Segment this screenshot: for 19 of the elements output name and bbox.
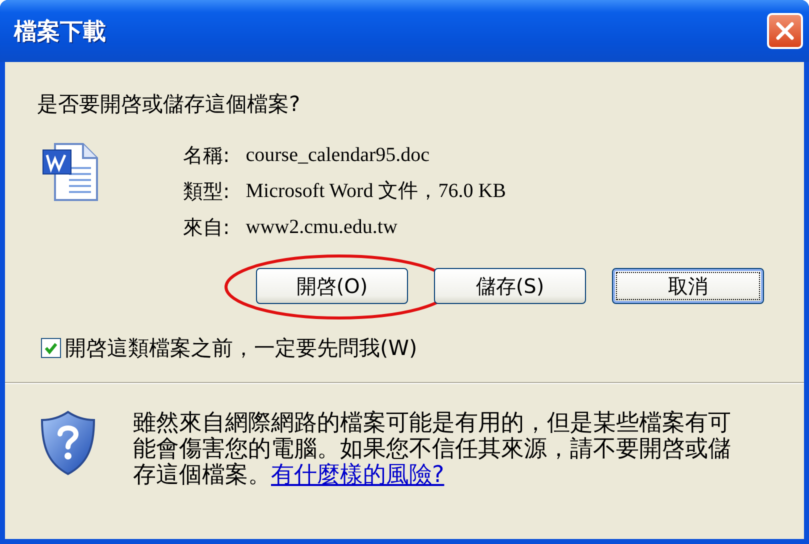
close-button[interactable] — [767, 13, 803, 49]
dialog-button[interactable]: 儲存(S) — [434, 268, 586, 304]
info-value: course_calendar95.doc — [246, 143, 431, 168]
question-text: 是否要開啓或儲存這個檔案? — [37, 91, 302, 118]
info-value: www2.cmu.edu.tw — [246, 215, 398, 240]
dialog-button[interactable]: 開啓(O) — [256, 268, 408, 304]
info-value: Microsoft Word 文件，76.0 KB — [246, 179, 506, 204]
check-icon — [44, 341, 58, 355]
dialog-button[interactable]: 取消 — [612, 268, 764, 304]
info-label: 來自: — [183, 214, 230, 241]
info-label: 類型: — [183, 178, 230, 205]
risk-link[interactable]: 有什麼樣的風險? — [271, 462, 444, 488]
shield-question-icon — [39, 410, 97, 476]
warning-text: 雖然來自網際網路的檔案可能是有用的，但是某些檔案有可能會傷害您的電腦。如果您不信任其來源，請不要開啓或儲存這個檔案。有什麼樣的風險? — [133, 410, 732, 488]
checkbox-label[interactable]: 開啓這類檔案之前，一定要先問我(W) — [65, 334, 418, 362]
checkbox[interactable] — [41, 338, 61, 358]
close-icon — [775, 21, 795, 41]
info-label: 名稱: — [183, 142, 230, 169]
window-title: 檔案下載 — [14, 18, 106, 46]
